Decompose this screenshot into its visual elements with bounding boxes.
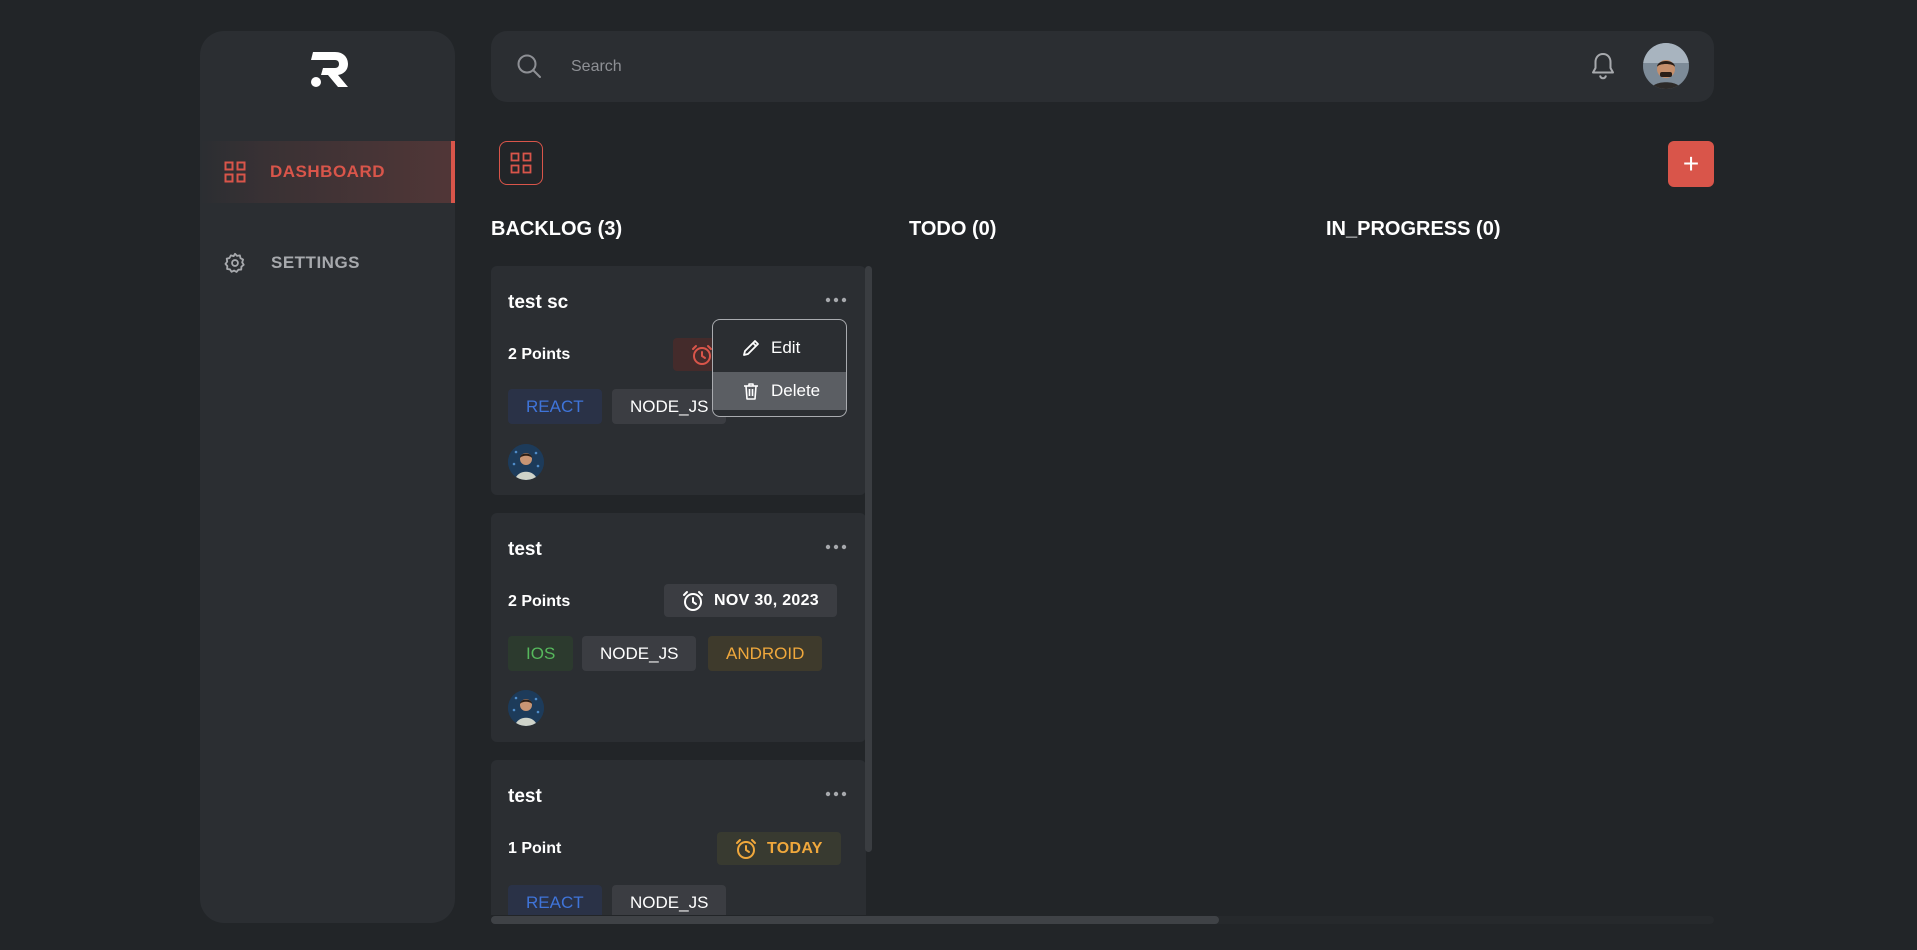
more-options-icon[interactable]	[824, 541, 848, 553]
column-title-backlog: BACKLOG (3)	[491, 218, 623, 240]
top-bar	[491, 31, 1714, 102]
sidebar: DASHBOARD SETTINGS	[200, 31, 455, 923]
column-title-todo: TODO (0)	[909, 218, 997, 240]
tag-react: REACT	[508, 885, 602, 915]
card-points: 2 Points	[508, 346, 571, 363]
tag-android: ANDROID	[708, 636, 823, 671]
sidebar-item-label: SETTINGS	[271, 253, 361, 272]
grid-icon	[510, 152, 532, 174]
plus-icon: +	[1682, 148, 1700, 179]
card-title: test	[508, 786, 542, 807]
tag-ios: IOS	[508, 636, 574, 671]
alarm-clock-icon	[691, 344, 713, 366]
card-context-menu: Edit Delete	[712, 319, 847, 417]
board-view-button[interactable]	[499, 141, 543, 185]
pencil-icon	[741, 338, 761, 358]
gear-icon	[224, 252, 246, 274]
due-date-badge: TODAY	[717, 832, 841, 865]
search-icon	[517, 54, 541, 78]
brand-logo[interactable]	[307, 49, 351, 89]
menu-item-delete[interactable]: Delete	[713, 372, 846, 410]
board-scrollbar[interactable]	[491, 916, 1219, 924]
sidebar-item-settings[interactable]: SETTINGS	[200, 232, 455, 294]
menu-item-label: Edit	[771, 338, 801, 357]
due-date-badge: NOV 30, 2023	[664, 584, 837, 617]
tag-node-js: NODE_JS	[582, 636, 697, 671]
more-options-icon[interactable]	[824, 788, 848, 800]
card-points: 1 Point	[508, 840, 562, 857]
sidebar-item-dashboard[interactable]: DASHBOARD	[200, 141, 455, 203]
sidebar-item-label: DASHBOARD	[270, 162, 385, 181]
search-input[interactable]	[569, 51, 1473, 83]
tag-node-js: NODE_JS	[612, 389, 727, 424]
menu-item-label: Delete	[771, 381, 821, 400]
card-title: test	[508, 539, 542, 560]
bell-icon[interactable]	[1589, 51, 1617, 81]
tag-node-js: NODE_JS	[612, 885, 727, 915]
assignee-avatar	[508, 444, 544, 480]
tag-react: REACT	[508, 389, 602, 424]
alarm-clock-icon	[735, 838, 757, 860]
menu-item-edit[interactable]: Edit	[713, 327, 846, 369]
more-options-icon[interactable]	[824, 294, 848, 306]
add-task-button[interactable]: +	[1668, 141, 1714, 187]
card-points: 2 Points	[508, 593, 571, 610]
due-date-text: NOV 30, 2023	[714, 591, 819, 609]
grid-icon	[224, 161, 246, 183]
task-card[interactable]: test 1 Point TODAY REACT NODE_JS	[491, 760, 866, 915]
assignee-avatar	[508, 690, 544, 726]
alarm-clock-icon	[682, 590, 704, 612]
column-title-in-progress: IN_PROGRESS (0)	[1326, 218, 1501, 240]
due-date-text: TODAY	[767, 839, 823, 857]
task-card[interactable]: test 2 Points NOV 30, 2023 IOS NODE_JS A…	[491, 513, 866, 742]
card-title: test sc	[508, 292, 569, 313]
trash-icon	[741, 381, 761, 401]
avatar[interactable]	[1643, 43, 1689, 89]
backlog-scrollbar[interactable]	[865, 266, 872, 852]
